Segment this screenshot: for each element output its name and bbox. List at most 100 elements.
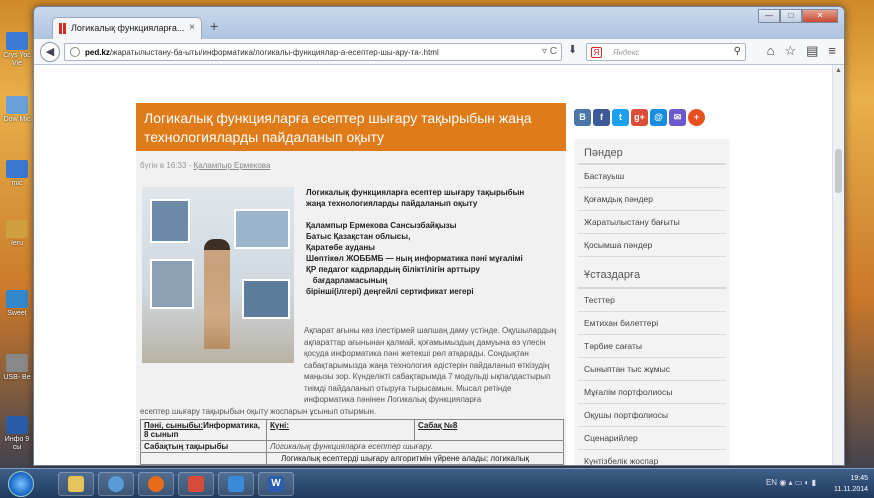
clock-time: 19:45	[850, 475, 868, 482]
desktop-icon-0[interactable]: Crys Yoc Vie	[2, 32, 32, 68]
tab-title: Логикалық функцияларға...	[71, 23, 185, 33]
sidebar-heading-teachers: Ұстаздарға	[578, 257, 726, 289]
sidebar-item-exam-tickets[interactable]: Емтихан билеттері	[578, 312, 726, 335]
usb-drive-icon	[6, 354, 28, 372]
info-line: ҚР педагог кадрлардың біліктілігін артты…	[306, 265, 480, 274]
taskbar-app-store[interactable]	[218, 472, 254, 496]
home-icon[interactable]: ⌂	[767, 43, 775, 59]
more-share-button[interactable]: +	[688, 109, 705, 126]
search-icon[interactable]: ⚲	[734, 46, 741, 57]
media-icon	[108, 476, 124, 492]
email-share-button[interactable]: ✉	[669, 109, 686, 126]
vk-share-button[interactable]: B	[574, 109, 591, 126]
desktop-icon-label: Инфо 9 сы	[4, 436, 30, 451]
sidebar-item-tests[interactable]: Тесттер	[578, 289, 726, 312]
twitter-share-button[interactable]: t	[612, 109, 629, 126]
start-button[interactable]	[8, 471, 34, 497]
app-icon	[6, 290, 28, 308]
desktop-icon-5[interactable]: USB- Be	[2, 354, 32, 382]
taskbar-app-word[interactable]: W	[258, 472, 294, 496]
scroll-up-icon[interactable]: ▲	[835, 67, 842, 74]
sidebar-item-primary[interactable]: Бастауыш	[578, 165, 726, 188]
painting	[242, 279, 290, 319]
scrollbar-thumb[interactable]	[835, 149, 842, 193]
desktop-icon-label: Sweet	[7, 310, 27, 317]
search-input[interactable]: Я Яндекс ⚲	[586, 43, 746, 61]
vertical-scrollbar[interactable]: ▲	[832, 65, 844, 465]
site-favicon-icon	[59, 23, 62, 34]
sidebar-item-natural-sciences[interactable]: Жаратылыстану бағыты	[578, 211, 726, 234]
language-indicator[interactable]: EN	[766, 478, 777, 487]
app-icon	[6, 96, 28, 114]
browser-tab[interactable]: Логикалық функцияларға... ×	[52, 17, 202, 39]
yandex-icon: Я	[591, 47, 602, 58]
person-figure	[204, 239, 230, 349]
navigation-bar: ◀ ped.kz/жаратылыстану-ба-ыты/информатик…	[34, 39, 844, 65]
table-row: Пәні, сыныбы:Информатика, 8 сынып Күні: …	[140, 419, 564, 441]
desktop-icon-label: Crys Yoc Vie	[3, 52, 31, 67]
url-domain: ped.kz	[85, 48, 110, 57]
table-row: Сабақтың тақырыбы Логикалық функцияларға…	[140, 440, 564, 453]
sidebar-item-extracurricular[interactable]: Сыныптан тыс жұмыс	[578, 358, 726, 381]
desktop-icon-label: Ieru	[10, 240, 24, 247]
info-line: Қалампыр Ермекова Сансызбайқызы	[306, 221, 457, 230]
facebook-share-button[interactable]: f	[593, 109, 610, 126]
google-plus-share-button[interactable]: g+	[631, 109, 648, 126]
desktop-icon-label: USB- Be	[3, 374, 31, 381]
bookmark-star-icon[interactable]: ☆	[784, 43, 796, 59]
app-icon	[6, 220, 28, 238]
back-button[interactable]: ◀	[40, 42, 60, 62]
desktop-icon-3[interactable]: Ieru	[2, 220, 32, 248]
paint-icon	[188, 476, 204, 492]
firefox-icon	[148, 476, 164, 492]
desktop-icon-6[interactable]: Инфо 9 сы	[2, 416, 32, 452]
search-placeholder: Яндекс	[613, 48, 640, 57]
clock[interactable]: 19:45 11.11.2014	[834, 473, 868, 495]
meta-time: бүгін в 16:33 -	[140, 161, 194, 170]
taskbar-app-media[interactable]	[98, 472, 134, 496]
close-button[interactable]: ✕	[802, 9, 838, 23]
author-link[interactable]: Қалампыр Ермекова	[194, 161, 271, 170]
reload-icon[interactable]: ▿ C	[542, 46, 557, 57]
sidebar-item-social[interactable]: Қоғамдық пәндер	[578, 188, 726, 211]
sidebar-item-calendar-plan[interactable]: Күнтізбелік жоспар	[578, 450, 726, 465]
minimize-button[interactable]: —	[758, 9, 780, 23]
word-icon: W	[268, 476, 284, 492]
sidebar-heading-subjects: Пәндер	[578, 139, 726, 165]
desktop-icon-4[interactable]: Sweet	[2, 290, 32, 318]
sidebar-item-class-hour[interactable]: Тәрбие сағаты	[578, 335, 726, 358]
cell-label: Пәні, сыныбы:	[144, 421, 204, 430]
info-line: Логикалық функцияларға есептер шығару та…	[306, 188, 525, 197]
table-cell: Пәні, сыныбы:Информатика, 8 сынып	[140, 419, 267, 441]
download-icon[interactable]: ⬇	[568, 43, 577, 56]
tab-close-icon[interactable]: ×	[189, 22, 195, 33]
desktop-icon-label: mic	[11, 180, 23, 187]
sidebar-item-student-portfolio[interactable]: Оқушы портфолиосы	[578, 404, 726, 427]
table-row: Логикалық есептерді шығару алгоритмін үй…	[140, 452, 564, 465]
taskbar-app-paint[interactable]	[178, 472, 214, 496]
sidebar-item-teacher-portfolio[interactable]: Мұғалім портфолиосы	[578, 381, 726, 404]
info-line: жаңа технологияларды пайдаланып оқыту	[306, 199, 478, 208]
painting	[234, 209, 290, 249]
share-buttons: B f t g+ @ ✉ +	[574, 109, 705, 126]
desktop-icon-1[interactable]: Dow Mic	[2, 96, 32, 124]
folder-icon	[68, 476, 84, 492]
taskbar-app-firefox[interactable]	[138, 472, 174, 496]
desktop-icon-2[interactable]: mic	[2, 160, 32, 188]
site-favicon-icon	[63, 23, 66, 34]
taskbar-app-explorer[interactable]	[58, 472, 94, 496]
info-line: Батыс Қазақстан облысы,	[306, 232, 411, 241]
sidebar-item-scenarios[interactable]: Сценарийлер	[578, 427, 726, 450]
menu-icon[interactable]: ≡	[828, 43, 836, 59]
maximize-button[interactable]: □	[780, 9, 802, 23]
sidebar-item-additional[interactable]: Қосымша пәндер	[578, 234, 726, 257]
address-bar[interactable]: ped.kz/жаратылыстану-ба-ыты/информатика/…	[64, 43, 562, 61]
new-tab-button[interactable]: +	[210, 18, 218, 34]
desktop-icon-label: Dow Mic	[3, 116, 31, 123]
article-title: Логикалық функцияларға есептер шығару та…	[136, 103, 566, 151]
app-icon	[6, 160, 28, 178]
bookmarks-list-icon[interactable]: ▤	[806, 43, 818, 59]
info-line: бағдарламасының	[306, 276, 388, 285]
mailru-share-button[interactable]: @	[650, 109, 667, 126]
